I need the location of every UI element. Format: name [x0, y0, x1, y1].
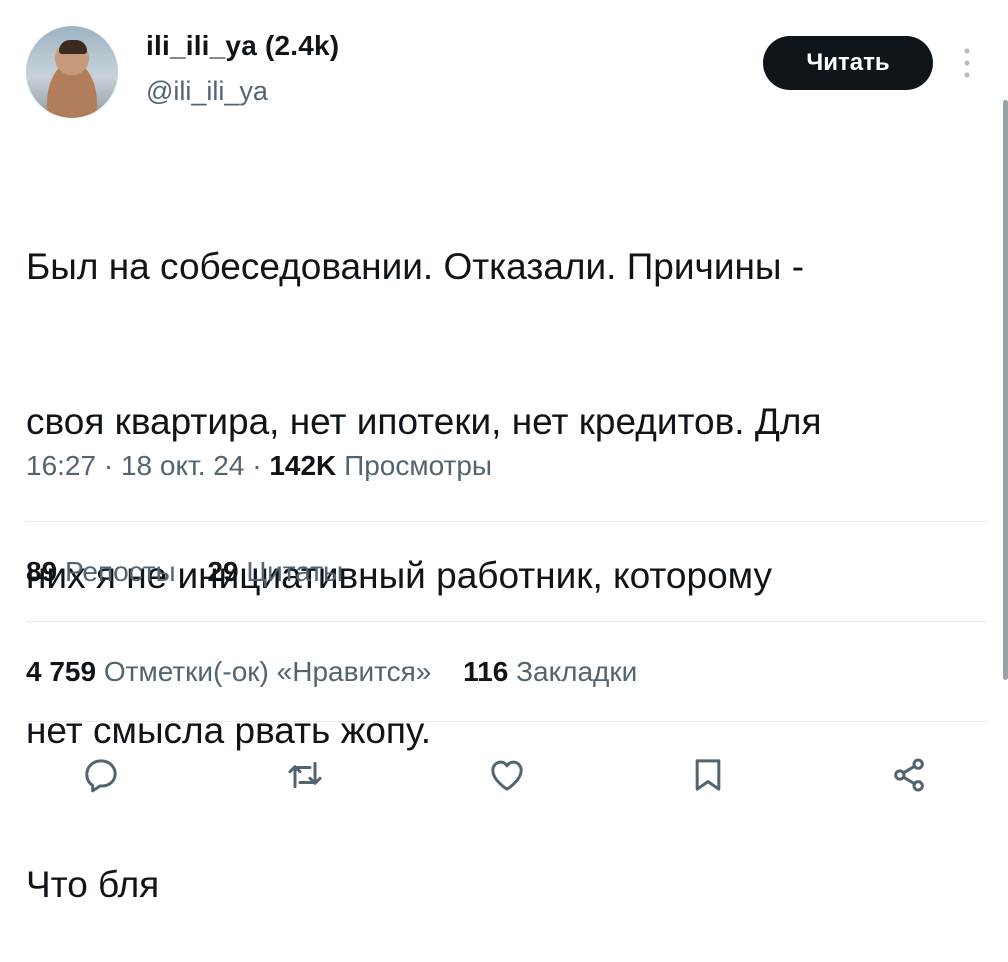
like-button[interactable] [482, 750, 532, 800]
tweet-line: своя квартира, нет ипотеки, нет кредитов… [26, 400, 822, 442]
author-handle[interactable]: @ili_ili_ya [146, 76, 268, 107]
likes-stat[interactable]: 4 759 Отметки(-ок) «Нравится» [26, 656, 431, 687]
retweet-icon [288, 761, 322, 789]
bookmarks-count: 116 [463, 656, 509, 687]
retweet-button[interactable] [280, 750, 330, 800]
stats-row-likes: 4 759 Отметки(-ок) «Нравится» 116 Заклад… [26, 656, 661, 688]
tweet-line: нет смысла рвать жопу. [26, 709, 432, 751]
author-name[interactable]: ili_ili_ya (2.4k) [146, 30, 339, 62]
divider [26, 621, 986, 622]
tweet-meta: 16:27 · 18 окт. 24 · 142K Просмотры [26, 450, 492, 482]
divider [26, 721, 986, 722]
reply-icon [85, 759, 117, 793]
views-count: 142K [269, 450, 337, 481]
reply-button[interactable] [76, 750, 126, 800]
views-label: Просмотры [344, 450, 493, 481]
meta-separator: · [96, 450, 121, 481]
reposts-count: 89 [26, 556, 58, 587]
bookmarks-stat[interactable]: 116 Закладки [463, 656, 637, 687]
likes-count: 4 759 [26, 656, 97, 687]
action-bar [0, 750, 1008, 800]
tweet-time[interactable]: 16:27 [26, 450, 96, 481]
bookmark-button[interactable] [683, 750, 733, 800]
quotes-label: Цитаты [246, 556, 344, 587]
tweet-line: Был на собеседовании. Отказали. Причины … [26, 246, 805, 287]
share-button[interactable] [884, 750, 934, 800]
tweet-date[interactable]: 18 окт. 24 [121, 450, 244, 481]
avatar-hair [59, 40, 87, 54]
likes-label: Отметки(-ок) «Нравится» [103, 656, 432, 687]
vertical-dots-icon[interactable] [960, 46, 974, 80]
stats-row-reposts: 89 Репосты 29 Цитаты [26, 556, 367, 588]
share-icon [894, 758, 924, 792]
quotes-count: 29 [207, 556, 239, 587]
divider [26, 521, 986, 522]
quotes-stat[interactable]: 29 Цитаты [207, 556, 343, 587]
like-icon [491, 760, 523, 791]
meta-separator: · [244, 450, 270, 481]
scrollbar[interactable] [1003, 100, 1008, 680]
follow-button[interactable]: Читать [763, 36, 933, 90]
reposts-label: Репосты [64, 556, 176, 587]
tweet-text: Был на собеседовании. Отказали. Причины … [26, 138, 976, 962]
reposts-stat[interactable]: 89 Репосты [26, 556, 176, 587]
bookmark-icon [695, 759, 721, 791]
tweet-line: Что бля [26, 864, 160, 905]
bookmarks-label: Закладки [516, 656, 638, 687]
avatar[interactable] [26, 26, 118, 118]
